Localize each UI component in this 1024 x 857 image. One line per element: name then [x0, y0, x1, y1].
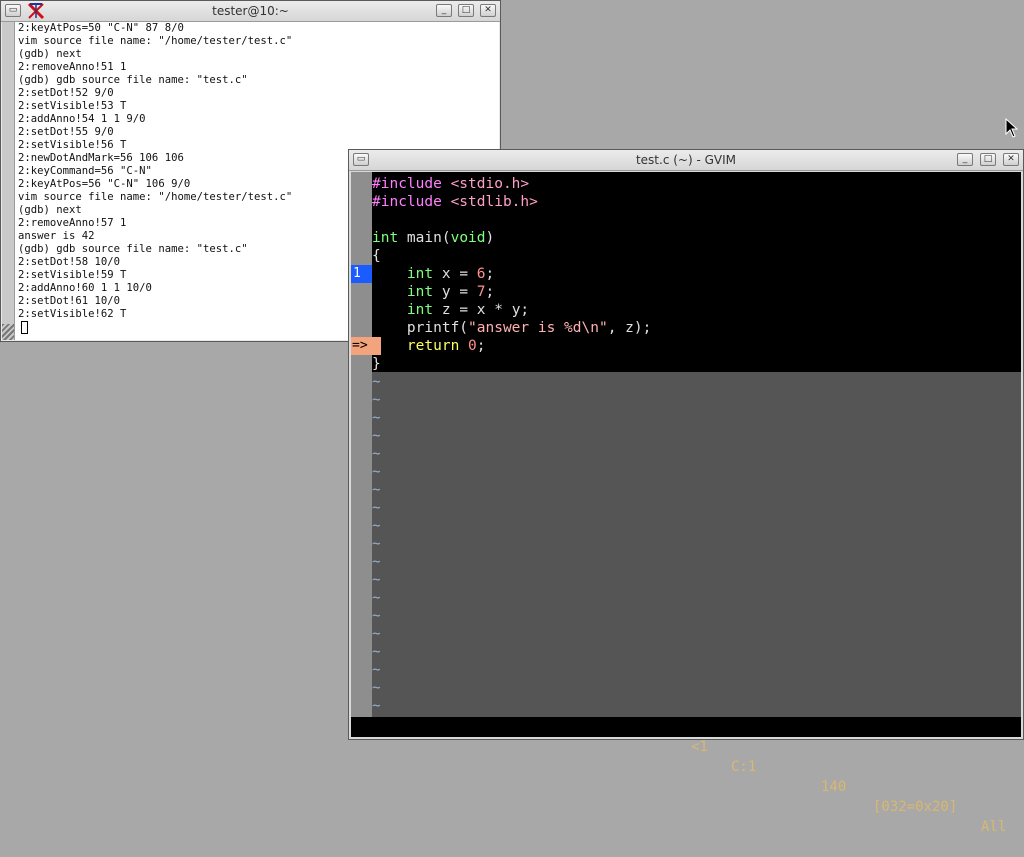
vim-editor[interactable]: 1 => #include <stdio.h> #include <stdlib…: [351, 172, 1021, 717]
code-line: printf("answer is %d\n", z);: [406, 320, 652, 336]
tilde-line: ~: [372, 518, 381, 534]
vim-ruler: <1 C:1 140 [032=0x20] All: [351, 717, 1021, 835]
terminal-line: 2:addAnno!54 1 1 9/0: [18, 113, 146, 125]
ruler-scroll: All: [981, 819, 1007, 835]
mouse-pointer-icon: [1005, 118, 1019, 138]
maximize-button[interactable]: □: [458, 4, 474, 17]
terminal-line: vim source file name: "/home/tester/test…: [18, 35, 293, 47]
code-line: #include <stdlib.h>: [372, 194, 538, 210]
ruler-column: C:1: [731, 759, 757, 775]
gvim-window[interactable]: ▭ test.c (~) - GVIM _ □ ✕ 1 => #include …: [348, 149, 1024, 835]
tilde-line: ~: [372, 410, 381, 426]
terminal-line: 2:setDot!55 9/0: [18, 126, 114, 138]
tilde-line: ~: [372, 626, 381, 642]
maximize-button[interactable]: □: [980, 153, 996, 166]
tilde-line: ~: [372, 536, 381, 552]
xterm-scrollbar[interactable]: [2, 22, 15, 340]
terminal-line: (gdb) gdb source file name: "test.c": [18, 74, 248, 86]
terminal-line: 2:keyAtPos=50 "C-N" 87 8/0: [18, 22, 184, 34]
xterm-titlebar[interactable]: ▭ tester@10:~ _ □ ✕: [1, 1, 500, 22]
code-line: {: [372, 248, 381, 264]
code-line: int main(void): [372, 230, 495, 246]
tilde-line: ~: [372, 464, 381, 480]
tilde-line: ~: [372, 662, 381, 678]
terminal-line: 2:setVisible!53 T: [18, 100, 127, 112]
tilde-line: ~: [372, 644, 381, 660]
tilde-line: ~: [372, 446, 381, 462]
minimize-button[interactable]: _: [436, 4, 452, 17]
terminal-line: (gdb) next: [18, 48, 82, 60]
tilde-line: ~: [372, 680, 381, 696]
ruler-offset: 140: [821, 779, 847, 795]
tilde-line: ~: [372, 608, 381, 624]
tilde-line: ~: [372, 554, 381, 570]
xterm-title: tester@10:~: [212, 4, 289, 18]
tilde-line: ~: [372, 572, 381, 588]
gvim-titlebar[interactable]: ▭ test.c (~) - GVIM _ □ ✕: [349, 150, 1023, 171]
code-line: int x = 6;: [406, 266, 495, 282]
terminal-line: 2:setDot!52 9/0: [18, 87, 114, 99]
close-button[interactable]: ✕: [480, 4, 496, 17]
tilde-line: ~: [372, 374, 381, 390]
breakpoint-sign[interactable]: 1: [351, 265, 372, 283]
terminal-line: 2:removeAnno!51 1: [18, 61, 127, 73]
current-code-line: return 0;: [406, 338, 486, 354]
tilde-line: ~: [372, 392, 381, 408]
gvim-title: test.c (~) - GVIM: [635, 153, 737, 167]
close-button[interactable]: ✕: [1003, 153, 1019, 166]
code-line: #include <stdio.h>: [372, 176, 530, 192]
code-line: int z = x * y;: [406, 302, 530, 318]
tilde-line: ~: [372, 428, 381, 444]
sign-column: [351, 172, 372, 717]
code-line: int y = 7;: [406, 284, 495, 300]
tilde-line: ~: [372, 500, 381, 516]
ruler-left: <1: [691, 739, 708, 755]
ruler-char-code: [032=0x20]: [873, 799, 958, 815]
tilde-line: ~: [372, 482, 381, 498]
code-line: }: [372, 356, 381, 372]
minimize-button[interactable]: _: [957, 153, 973, 166]
terminal-cursor: [21, 321, 28, 334]
scroll-thumb[interactable]: [2, 324, 14, 340]
tilde-line: ~: [372, 698, 381, 714]
tilde-line: ~: [372, 590, 381, 606]
